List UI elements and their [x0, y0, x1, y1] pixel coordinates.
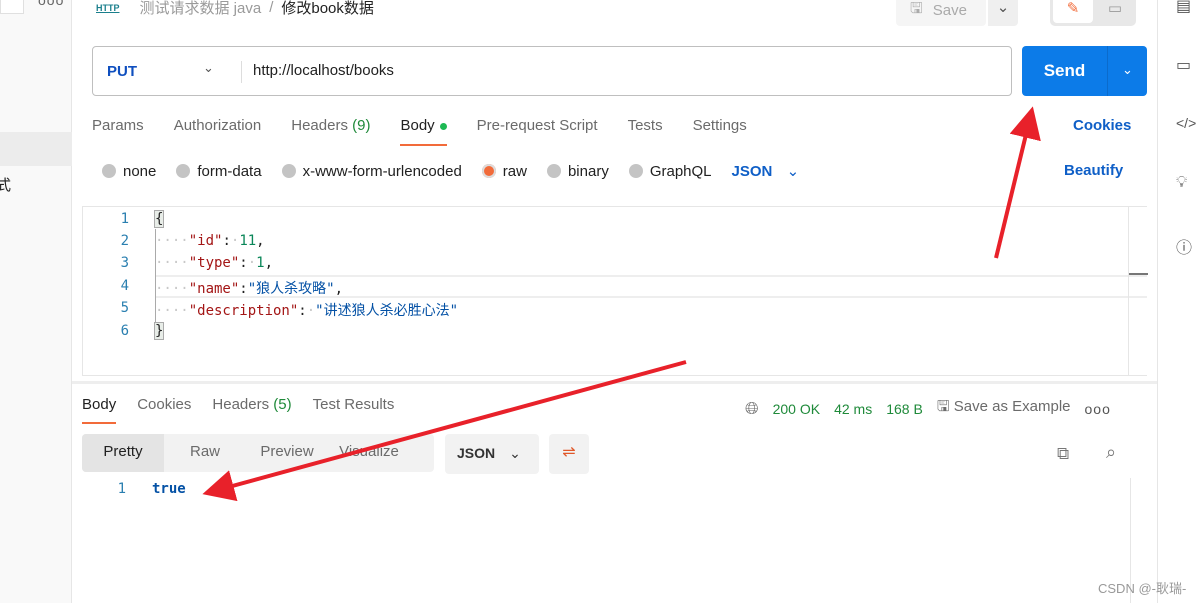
arrow-to-result [202, 360, 687, 502]
annotation-arrows [202, 106, 1041, 502]
arrow-to-send [994, 106, 1041, 259]
